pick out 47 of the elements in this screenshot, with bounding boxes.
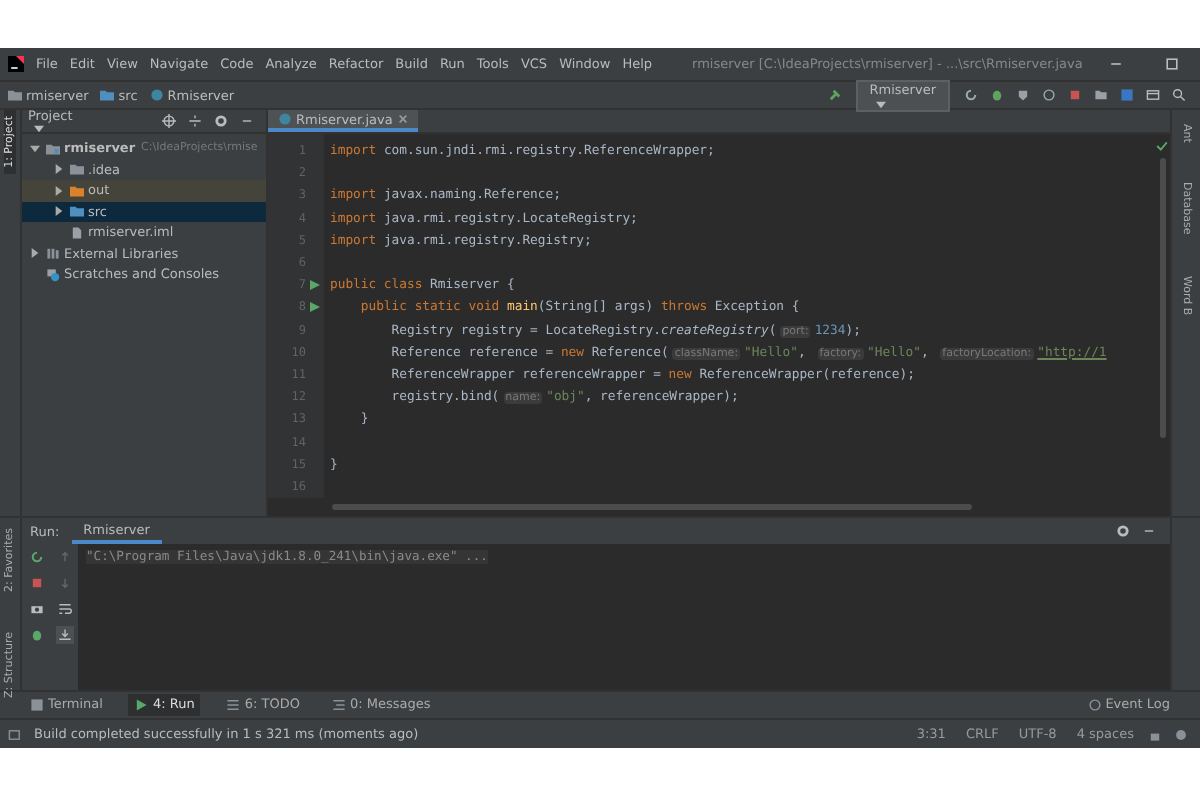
build-hammer-icon[interactable] — [827, 88, 842, 102]
file-icon — [70, 225, 84, 240]
list-icon — [226, 698, 241, 712]
rerun-icon[interactable] — [964, 88, 978, 102]
hide-icon[interactable] — [240, 114, 254, 128]
stop-icon[interactable] — [29, 576, 43, 590]
module-folder-icon — [46, 141, 60, 156]
folder-icon — [8, 88, 22, 102]
rerun-icon[interactable] — [29, 550, 43, 564]
scroll-to-end-icon[interactable] — [55, 626, 73, 644]
status-icon[interactable] — [8, 727, 22, 741]
bug-icon[interactable] — [29, 628, 43, 642]
maximize-icon[interactable] — [1164, 56, 1181, 72]
coverage-icon[interactable] — [1016, 88, 1030, 102]
settings-icon[interactable] — [214, 114, 228, 128]
caret-icon — [34, 124, 44, 134]
locate-icon[interactable] — [162, 114, 176, 128]
class-icon — [278, 112, 292, 126]
search-icon[interactable] — [1172, 88, 1186, 102]
collapse-all-icon[interactable] — [188, 114, 202, 128]
scratches-icon — [46, 267, 60, 282]
close-icon[interactable] — [398, 114, 409, 124]
event-log-icon — [1087, 698, 1102, 712]
settings-icon[interactable] — [1116, 524, 1130, 538]
sdk-icon[interactable] — [1120, 88, 1134, 102]
app-logo-icon — [8, 56, 24, 72]
run-icon — [134, 698, 149, 712]
folder-icon — [100, 88, 115, 102]
run-gutter-icon[interactable] — [310, 302, 320, 313]
project-structure-icon[interactable] — [1094, 88, 1108, 102]
hide-icon[interactable] — [1142, 524, 1156, 538]
expanded-arrow-icon[interactable] — [30, 143, 40, 154]
class-icon — [149, 88, 164, 102]
bug-icon[interactable] — [990, 88, 1004, 102]
window-layout-icon[interactable] — [1146, 88, 1160, 102]
messages-icon — [331, 698, 346, 712]
library-icon — [46, 246, 60, 261]
soft-wrap-icon[interactable] — [57, 602, 71, 616]
collapsed-arrow-icon[interactable] — [30, 248, 40, 259]
checkmark-icon — [1156, 140, 1168, 152]
terminal-icon — [30, 698, 44, 712]
camera-icon[interactable] — [29, 602, 43, 616]
stop-icon[interactable] — [1068, 88, 1082, 102]
caret-icon — [875, 99, 886, 109]
run-gutter-icon[interactable] — [310, 280, 320, 291]
inspector-icon[interactable] — [1174, 727, 1188, 741]
profiler-icon[interactable] — [1042, 88, 1056, 102]
